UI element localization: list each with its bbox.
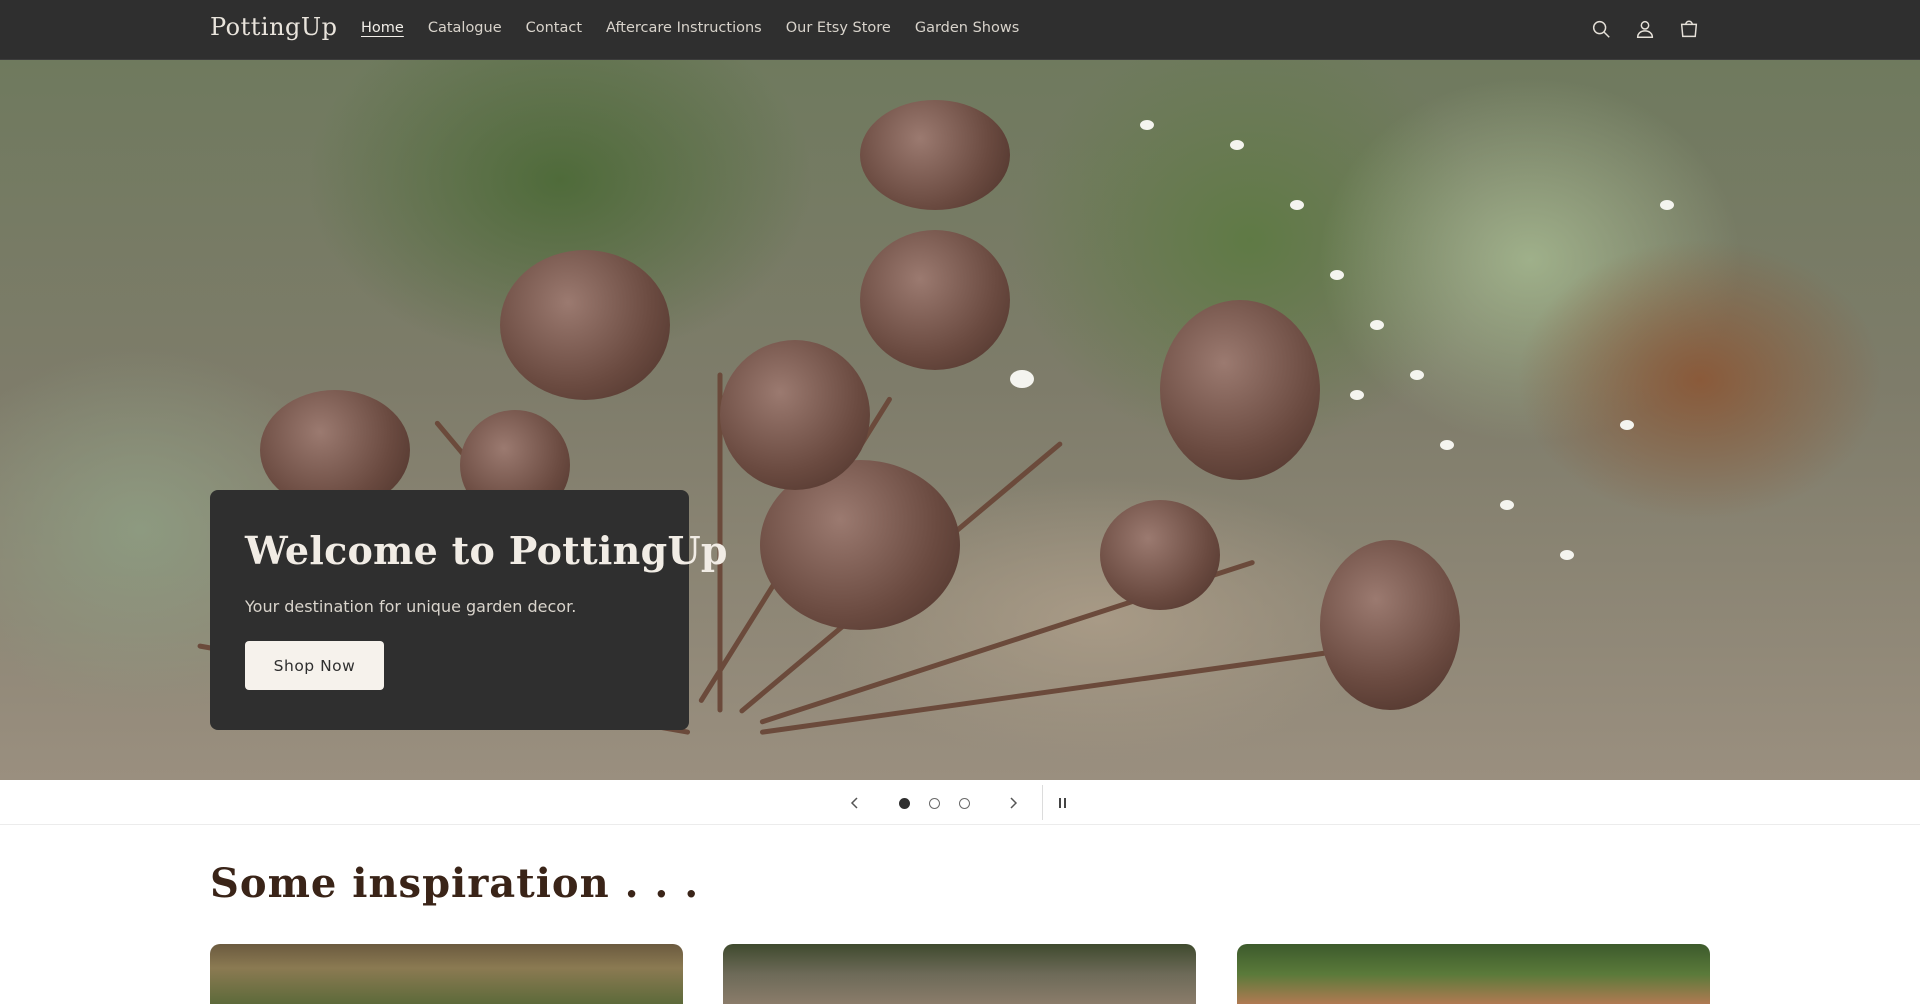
hero-subtitle: Your destination for unique garden decor…: [245, 597, 577, 616]
nav-item-garden-shows[interactable]: Garden Shows: [915, 20, 1019, 36]
next-icon[interactable]: [1001, 791, 1025, 815]
nav-item-our-etsy-store[interactable]: Our Etsy Store: [786, 20, 891, 36]
controls-divider: [1042, 785, 1043, 820]
hero-banner: Welcome to PottingUp Your destination fo…: [0, 60, 1920, 780]
main-nav: Home Catalogue Contact Aftercare Instruc…: [361, 20, 1043, 36]
hero-title: Welcome to PottingUp: [245, 528, 728, 573]
search-icon[interactable]: [1588, 16, 1614, 42]
site-logo[interactable]: PottingUp: [210, 13, 338, 41]
slide-dot-3[interactable]: [959, 798, 970, 809]
nav-item-contact[interactable]: Contact: [526, 20, 582, 36]
nav-item-aftercare-instructions[interactable]: Aftercare Instructions: [606, 20, 762, 36]
hero-content-box: Welcome to PottingUp Your destination fo…: [210, 490, 727, 730]
slide-dot-1[interactable]: [899, 798, 910, 809]
inspiration-title: Some inspiration . . .: [210, 860, 700, 907]
account-icon[interactable]: [1632, 16, 1658, 42]
nav-item-catalogue[interactable]: Catalogue: [428, 20, 502, 36]
pause-icon[interactable]: [1050, 791, 1074, 815]
slideshow-controls: [0, 780, 1920, 825]
site-header: PottingUp Home Catalogue Contact Afterca…: [0, 0, 1920, 60]
inspiration-card-2-image[interactable]: [723, 944, 1196, 1004]
inspiration-card-1-image[interactable]: [210, 944, 683, 1004]
previous-icon[interactable]: [843, 791, 867, 815]
inspiration-card-3-image[interactable]: [1237, 944, 1710, 1004]
shop-now-button[interactable]: Shop Now: [245, 641, 384, 690]
header-icons: [1588, 16, 1702, 42]
cart-icon[interactable]: [1676, 16, 1702, 42]
slide-dot-2[interactable]: [929, 798, 940, 809]
nav-item-home[interactable]: Home: [361, 20, 404, 36]
